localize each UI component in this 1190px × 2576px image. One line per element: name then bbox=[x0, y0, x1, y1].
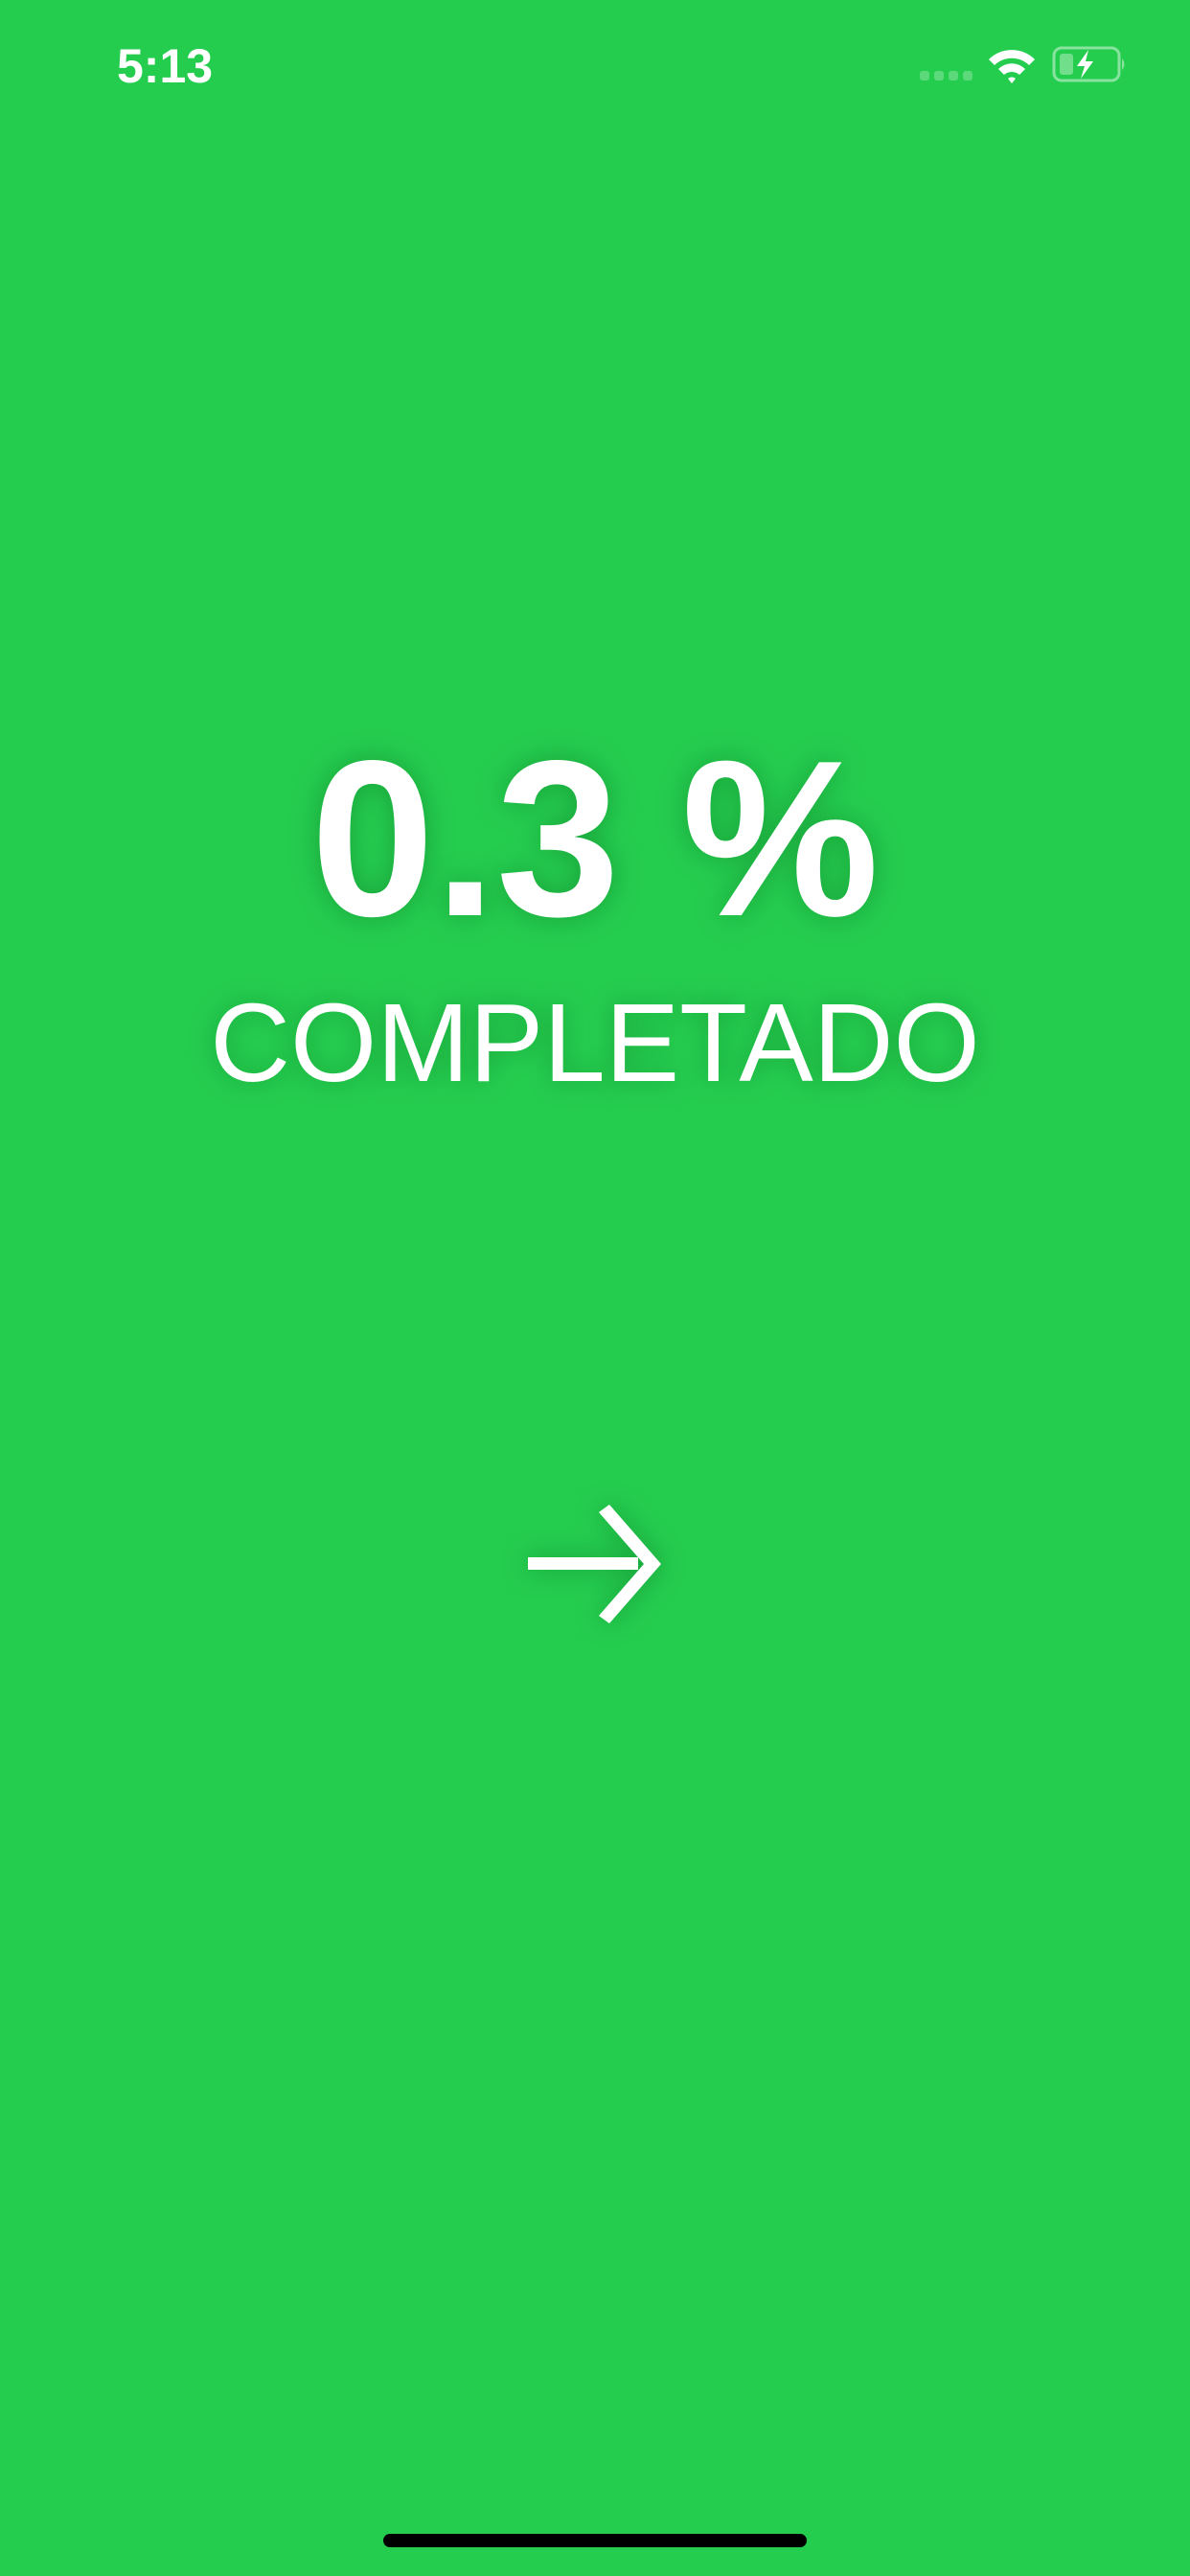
cellular-signal-icon bbox=[920, 71, 973, 80]
arrow-right-icon[interactable] bbox=[522, 1505, 666, 1624]
progress-percentage: 0.3 % bbox=[310, 715, 880, 963]
home-indicator[interactable] bbox=[383, 2534, 807, 2547]
battery-charging-icon bbox=[1052, 46, 1125, 82]
progress-label: COMPLETADO bbox=[210, 980, 980, 1105]
wifi-icon bbox=[989, 50, 1035, 83]
status-time: 5:13 bbox=[117, 39, 214, 93]
